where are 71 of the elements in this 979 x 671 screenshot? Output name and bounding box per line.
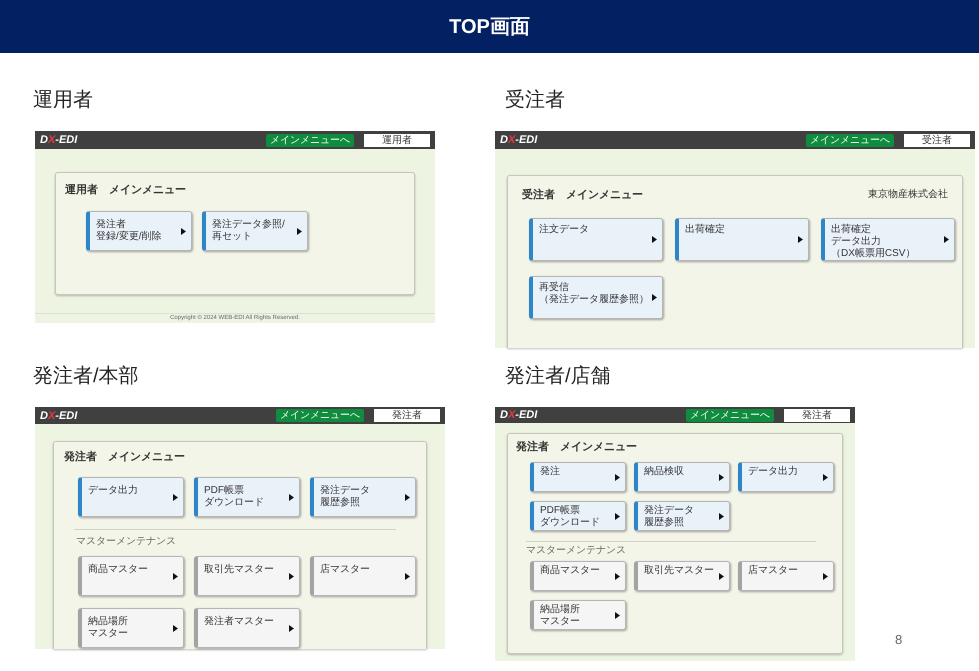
main-menu-button[interactable]: メインメニューへ xyxy=(806,134,894,146)
main-menu-button[interactable]: メインメニューへ xyxy=(266,134,354,146)
logo-text: DX-EDI xyxy=(40,134,78,146)
menu-button[interactable]: データ出力 xyxy=(738,462,834,492)
right-triangle-icon xyxy=(405,494,410,500)
right-triangle-icon xyxy=(823,474,828,480)
menu-button[interactable]: 商品マスター xyxy=(78,556,184,596)
section-label: 発注者/店舗 xyxy=(505,364,611,389)
right-triangle-icon xyxy=(615,474,620,480)
right-triangle-icon xyxy=(297,228,302,234)
menu-button[interactable]: 発注者 登録/変更/削除 xyxy=(86,211,192,251)
right-triangle-icon xyxy=(652,236,657,243)
menu-title: 受注者 メインメニュー xyxy=(522,188,643,202)
menu-button[interactable]: 発注者マスター xyxy=(194,608,300,648)
right-triangle-icon xyxy=(289,572,294,580)
menu-button[interactable]: PDF帳票 ダウンロード xyxy=(530,501,626,531)
right-triangle-icon xyxy=(719,512,724,520)
menu-button[interactable]: 出荷確定 xyxy=(675,218,809,261)
menu-button[interactable]: 発注 xyxy=(530,462,626,492)
right-triangle-icon xyxy=(173,494,178,500)
company-name: 東京物産株式会社 xyxy=(868,189,948,201)
main-menu-button[interactable]: メインメニューへ xyxy=(686,408,774,422)
section-label: 発注者/本部 xyxy=(33,364,139,389)
menu-button[interactable]: 納品場所 マスター xyxy=(78,608,184,648)
group-heading: マスターメンテナンス xyxy=(526,545,626,557)
menu-button[interactable]: 注文データ xyxy=(529,218,663,261)
logo-text: DX-EDI xyxy=(500,409,538,421)
logo-text: DX-EDI xyxy=(500,134,538,146)
menu-button[interactable]: 取引先マスター xyxy=(194,556,300,596)
user-name-display: 運用者 xyxy=(364,134,430,146)
logo-text: DX-EDI xyxy=(40,410,78,422)
section-label: 受注者 xyxy=(505,88,565,113)
right-triangle-icon xyxy=(719,572,724,580)
menu-button[interactable]: 再受信 （発注データ履歴参照） xyxy=(529,276,663,319)
user-name-display: 発注者 xyxy=(374,409,440,422)
right-triangle-icon xyxy=(719,474,724,480)
menu-title: 運用者 メインメニュー xyxy=(65,183,186,197)
right-triangle-icon xyxy=(181,228,186,234)
right-triangle-icon xyxy=(173,572,178,580)
right-triangle-icon xyxy=(615,512,620,520)
right-triangle-icon xyxy=(405,572,410,580)
group-heading: マスターメンテナンス xyxy=(76,536,176,548)
user-name-display: 発注者 xyxy=(784,408,850,422)
right-triangle-icon xyxy=(823,572,828,580)
slide-title: TOP画面 xyxy=(449,14,530,40)
menu-button[interactable]: 納品検収 xyxy=(634,462,730,492)
menu-button[interactable]: 発注データ 履歴参照 xyxy=(634,501,730,531)
main-menu-button[interactable]: メインメニューへ xyxy=(276,409,364,422)
menu-button[interactable]: 納品場所 マスター xyxy=(530,600,626,630)
menu-button[interactable]: 発注データ参照/ 再セット xyxy=(202,211,308,251)
page-number: 8 xyxy=(895,632,902,648)
right-triangle-icon xyxy=(652,294,657,301)
section-label: 運用者 xyxy=(33,88,93,113)
right-triangle-icon xyxy=(615,572,620,580)
menu-button[interactable]: 商品マスター xyxy=(530,561,626,591)
right-triangle-icon xyxy=(173,624,178,632)
menu-button[interactable]: PDF帳票 ダウンロード xyxy=(194,477,300,517)
menu-button[interactable]: データ出力 xyxy=(78,477,184,517)
right-triangle-icon xyxy=(289,624,294,632)
right-triangle-icon xyxy=(944,236,949,243)
menu-button[interactable]: 取引先マスター xyxy=(634,561,730,591)
right-triangle-icon xyxy=(798,236,803,243)
user-name-display: 受注者 xyxy=(904,134,970,146)
menu-button[interactable]: 発注データ 履歴参照 xyxy=(310,477,416,517)
menu-title: 発注者 メインメニュー xyxy=(516,440,637,454)
menu-button[interactable]: 店マスター xyxy=(738,561,834,591)
right-triangle-icon xyxy=(615,612,620,618)
menu-button[interactable]: 出荷確定 データ出力 （DX帳票用CSV） xyxy=(821,218,955,261)
menu-button[interactable]: 店マスター xyxy=(310,556,416,596)
menu-title: 発注者 メインメニュー xyxy=(64,450,185,464)
right-triangle-icon xyxy=(289,494,294,500)
